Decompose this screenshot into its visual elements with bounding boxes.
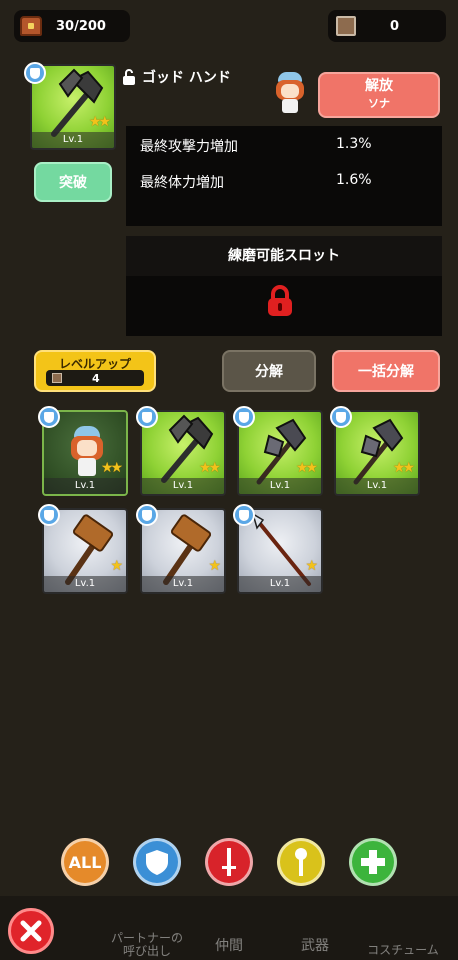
levelup-count-box: 4 (46, 370, 144, 386)
item-level: Lv.1 (336, 478, 418, 494)
filter-sword-button[interactable] (205, 838, 253, 886)
close-icon (20, 920, 42, 942)
nav-tab-label: コスチューム (367, 943, 439, 957)
stat-value-attack: 1.3% (336, 136, 372, 152)
sword-icon (222, 848, 236, 876)
weapon-name-row: ゴッド ハンド (122, 67, 231, 87)
item-stars: ★★ (295, 460, 318, 476)
disassemble-label: 分解 (255, 364, 283, 380)
shield-badge-icon (38, 406, 60, 428)
close-button[interactable] (8, 908, 54, 954)
release-label: 解放 (365, 78, 393, 94)
breakthrough-label: 突破 (59, 175, 87, 191)
material-count: 0 (390, 18, 400, 34)
item-stars: ★ (305, 558, 317, 574)
padlock-icon (268, 285, 292, 316)
unlock-icon[interactable] (122, 69, 136, 85)
release-button[interactable]: 解放 ソナ (318, 72, 440, 118)
inventory-counter: 30/200 (14, 10, 130, 42)
shield-badge-icon (136, 504, 158, 526)
polish-slot-panel: 練磨可能スロット (126, 236, 442, 336)
bottom-nav: パートナーの 呼び出し 仲間 武器 コスチューム (0, 896, 458, 960)
stat-value-hp: 1.6% (336, 172, 372, 188)
disassemble-button[interactable]: 分解 (222, 350, 316, 392)
nav-tab-costume[interactable]: コスチューム (358, 944, 448, 957)
stat-label-attack: 最終攻撃力増加 (140, 139, 238, 155)
item-stars: ★★ (392, 460, 415, 476)
item-level: Lv.1 (239, 576, 321, 592)
item-stars: ★ (110, 558, 122, 574)
weapon-stars: ★★ (88, 114, 111, 130)
item-level: Lv.1 (239, 478, 321, 494)
material-crate-icon (52, 373, 62, 383)
staff-icon (295, 848, 307, 876)
shield-badge-icon (233, 504, 255, 526)
shield-badge-icon (38, 504, 60, 526)
inventory-count: 30/200 (56, 18, 106, 34)
item-stars: ★★ (100, 460, 123, 476)
weapon-level: Lv.1 (32, 132, 114, 148)
nav-tab-label: 仲間 (215, 938, 243, 954)
nav-tab-companions[interactable]: 仲間 (204, 938, 254, 954)
shield-badge-icon (136, 406, 158, 428)
shield-badge-icon (233, 406, 255, 428)
heal-cross-icon (361, 850, 385, 874)
release-sub-label: ソナ (368, 97, 390, 110)
levelup-count: 4 (92, 371, 100, 385)
material-crate-icon (336, 16, 356, 36)
weapon-name: ゴッド ハンド (142, 70, 231, 86)
nav-tab-weapons[interactable]: 武器 (290, 938, 340, 954)
bulk-disassemble-label: 一括分解 (358, 364, 414, 380)
nav-tab-label: 武器 (301, 938, 329, 954)
bulk-disassemble-button[interactable]: 一括分解 (332, 350, 440, 392)
item-level: Lv.1 (44, 576, 126, 592)
stat-label-hp: 最終体力増加 (140, 175, 224, 191)
shield-icon (146, 850, 168, 875)
filter-staff-button[interactable] (277, 838, 325, 886)
item-level: Lv.1 (44, 478, 126, 494)
item-level: Lv.1 (142, 478, 224, 494)
filter-shield-button[interactable] (133, 838, 181, 886)
filter-heal-button[interactable] (349, 838, 397, 886)
nav-tab-partner-summon[interactable]: パートナーの 呼び出し (104, 932, 190, 958)
shield-badge-icon (24, 62, 46, 84)
filter-all-button[interactable]: ALL (61, 838, 109, 886)
treasure-chest-icon (20, 16, 42, 36)
stats-panel: 最終攻撃力増加 1.3% 最終体力増加 1.6% (126, 126, 442, 226)
breakthrough-button[interactable]: 突破 (34, 162, 112, 202)
material-counter: 0 (328, 10, 446, 42)
slot-title: 練磨可能スロット (126, 236, 442, 276)
filter-all-label: ALL (68, 852, 102, 872)
item-level: Lv.1 (142, 576, 224, 592)
item-stars: ★ (208, 558, 220, 574)
nav-tab-label: 呼び出し (122, 944, 171, 958)
character-portrait (272, 72, 308, 116)
levelup-button[interactable]: レベルアップ 4 (34, 350, 156, 392)
shield-badge-icon (330, 406, 352, 428)
item-stars: ★★ (198, 460, 221, 476)
